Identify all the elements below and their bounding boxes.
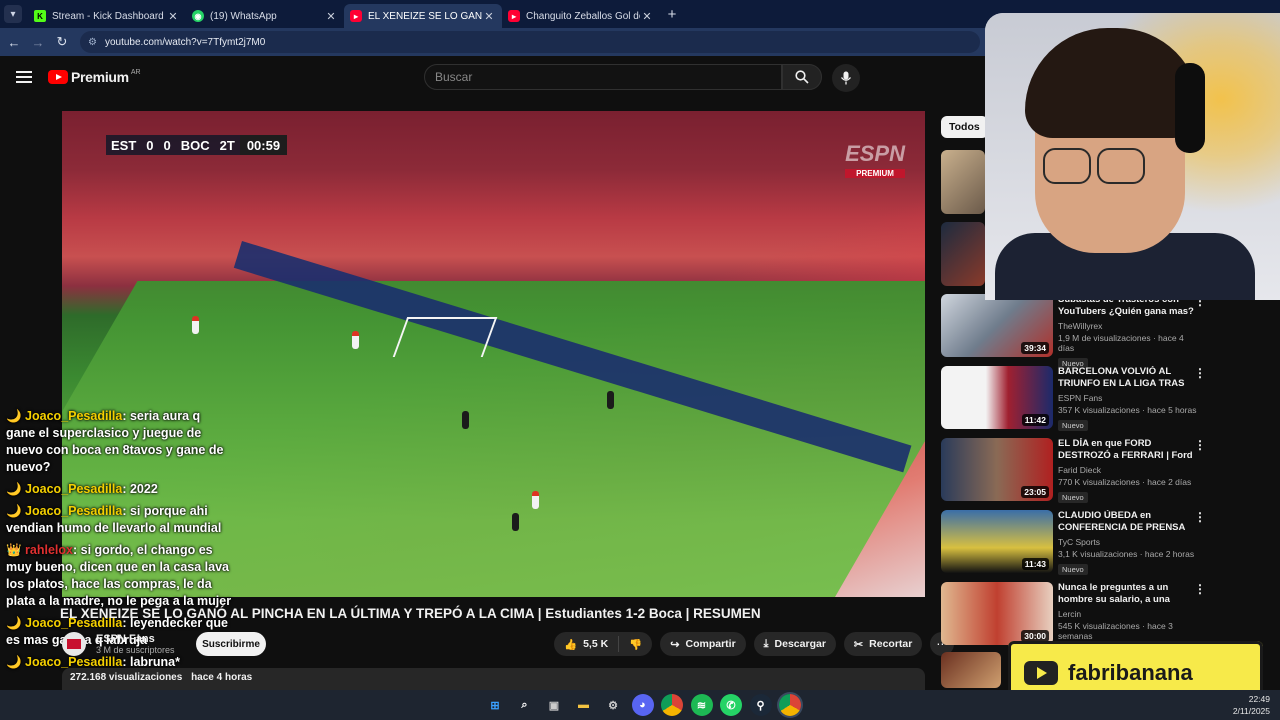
scissors-icon: ✂: [853, 638, 864, 651]
channel-avatar[interactable]: [62, 632, 86, 656]
close-icon[interactable]: ✕: [640, 10, 654, 23]
related-video-item[interactable]: 23:05 EL DÍA en que FORD DESTROZÓ a FERR…: [941, 438, 1216, 504]
url-text: youtube.com/watch?v=7Tfymt2j7M0: [104, 36, 266, 48]
related-video-item[interactable]: 11:42 BARCELONA VOLVIÓ AL TRIUNFO EN LA …: [941, 366, 1216, 432]
video-actions: 👍 5,5 K 👎 ↪ Compartir ⤓ Descargar ✂ Recortar…: [554, 632, 955, 656]
search-icon: [795, 70, 809, 84]
whatsapp-icon[interactable]: ✆: [720, 694, 742, 716]
goal-frame: [392, 317, 498, 357]
scoreboard: EST 0 0 BOC 2T 00:59: [106, 135, 288, 155]
related-video-item[interactable]: 39:34 Subastas de Trasteros con YouTuber…: [941, 294, 1216, 369]
tab-youtube-active[interactable]: ▸ EL XENEIZE SE LO GANÓ AL PIN ✕: [344, 4, 502, 28]
windows-taskbar: ⊞ ⌕ ▣ ▬ ⚙ ◕ ≋ ✆ ⚲ 22:49 2/11/2025: [0, 690, 1280, 720]
espn-logo: ESPN PREMIUM: [845, 141, 905, 178]
related-video-item[interactable]: 11:43 CLAUDIO ÚBEDA en CONFERENCIA DE PR…: [941, 510, 1216, 576]
search-input[interactable]: Buscar: [424, 64, 782, 90]
file-explorer-icon[interactable]: ▬: [573, 694, 595, 716]
thumbs-up-icon: 👍: [564, 638, 578, 651]
site-info-icon[interactable]: ⚙: [88, 37, 97, 48]
subscribe-button[interactable]: Suscribirme: [196, 632, 266, 656]
more-options-icon[interactable]: ⋮: [1194, 366, 1206, 380]
chrome-active-icon[interactable]: [779, 694, 801, 716]
chrome-icon[interactable]: [661, 694, 683, 716]
football-player: [532, 491, 539, 509]
video-title: EL XENEIZE SE LO GANÓ AL PINCHA EN LA ÚL…: [60, 606, 761, 621]
back-icon[interactable]: ←: [2, 35, 26, 50]
voice-search-button[interactable]: [832, 64, 860, 92]
tab-kick-dashboard[interactable]: K Stream - Kick Dashboard ✕: [28, 4, 186, 28]
more-options-icon[interactable]: ⋮: [1194, 582, 1206, 596]
youtube-logo[interactable]: Premium AR: [48, 69, 141, 85]
reload-icon[interactable]: ↻: [50, 34, 74, 50]
football-player: [192, 316, 199, 334]
video-thumbnail[interactable]: 23:05: [941, 438, 1053, 501]
football-player: [512, 513, 519, 531]
search-icon[interactable]: ⌕: [514, 694, 536, 716]
related-thumbnail-partial[interactable]: [941, 150, 985, 214]
share-icon: ↪: [670, 638, 680, 651]
thumbs-down-icon: 👎: [629, 638, 643, 651]
whatsapp-icon: ◉: [192, 10, 204, 22]
task-view-icon[interactable]: ▣: [543, 694, 565, 716]
chip-all[interactable]: Todos: [941, 116, 988, 138]
search-button[interactable]: [782, 64, 822, 90]
glasses: [1097, 148, 1145, 184]
clip-button[interactable]: ✂ Recortar: [843, 632, 923, 656]
like-dislike-group: 👍 5,5 K 👎: [554, 632, 653, 656]
related-thumbnail-partial[interactable]: [941, 652, 1001, 688]
tab-whatsapp[interactable]: ◉ (19) WhatsApp ✕: [186, 4, 344, 28]
tab-youtube-changuito[interactable]: ▸ Changuito Zeballos Gol de tiro ✕: [502, 4, 660, 28]
video-thumbnail[interactable]: 11:43: [941, 510, 1053, 573]
settings-icon[interactable]: ⚙: [602, 694, 624, 716]
football-player: [462, 411, 469, 429]
webcam-overlay: [985, 13, 1280, 300]
close-icon[interactable]: ✕: [166, 10, 180, 23]
headphones: [1175, 63, 1205, 153]
chat-message: 🌙 Joaco_Pesadilla: seria aura q gane el …: [6, 409, 224, 474]
dislike-button[interactable]: 👎: [619, 638, 652, 651]
related-video-item[interactable]: 30:00 Nunca le preguntes a un hombre su …: [941, 582, 1216, 648]
share-button[interactable]: ↪ Compartir: [660, 632, 746, 656]
description-box[interactable]: 272.168 visualizaciones hace 4 horas: [62, 668, 925, 690]
close-icon[interactable]: ✕: [324, 10, 338, 23]
download-icon: ⤓: [763, 637, 769, 650]
video-thumbnail[interactable]: 11:42: [941, 366, 1053, 429]
related-thumbnail-partial[interactable]: [941, 222, 985, 286]
close-icon[interactable]: ✕: [482, 10, 496, 23]
youtube-play-icon: [48, 70, 68, 84]
start-icon[interactable]: ⊞: [484, 694, 506, 716]
more-options-icon[interactable]: ⋮: [1194, 438, 1206, 452]
youtube-icon: [1024, 661, 1058, 685]
filter-chips: Todos: [941, 116, 988, 138]
download-button[interactable]: ⤓ Descargar: [753, 632, 836, 656]
more-options-icon[interactable]: ⋮: [1194, 510, 1206, 524]
football-player: [607, 391, 614, 409]
channel-info[interactable]: ESPN Fans 3 M de suscriptores: [62, 632, 175, 656]
like-button[interactable]: 👍 5,5 K: [554, 636, 620, 652]
url-bar[interactable]: ⚙ youtube.com/watch?v=7Tfymt2j7M0: [80, 31, 980, 53]
video-thumbnail[interactable]: 39:34: [941, 294, 1053, 357]
channel-name[interactable]: ESPN Fans: [96, 633, 175, 645]
forward-icon[interactable]: →: [26, 35, 50, 50]
steam-icon[interactable]: ⚲: [749, 694, 772, 716]
system-clock[interactable]: 22:49 2/11/2025: [1233, 693, 1270, 717]
video-thumbnail[interactable]: 30:00: [941, 582, 1053, 645]
kick-icon: K: [34, 10, 46, 22]
chat-message: 👑 rahlelox: si gordo, el chango es muy b…: [6, 543, 232, 608]
youtube-icon: ▸: [350, 10, 362, 22]
chat-message: 🌙 Joaco_Pesadilla: 2022: [6, 482, 158, 496]
menu-icon[interactable]: [16, 68, 32, 86]
chat-message: 🌙 Joaco_Pesadilla: si porque ahi vendian…: [6, 504, 222, 535]
youtube-icon: ▸: [508, 10, 520, 22]
microphone-icon: [840, 71, 852, 85]
spotify-icon[interactable]: ≋: [690, 694, 713, 716]
football-player: [352, 331, 359, 349]
discord-icon[interactable]: ◕: [631, 694, 654, 716]
new-tab-button[interactable]: +: [660, 6, 684, 23]
tab-search-button[interactable]: ▾: [4, 5, 22, 23]
glasses: [1043, 148, 1091, 184]
subscriber-count: 3 M de suscriptores: [96, 645, 175, 655]
